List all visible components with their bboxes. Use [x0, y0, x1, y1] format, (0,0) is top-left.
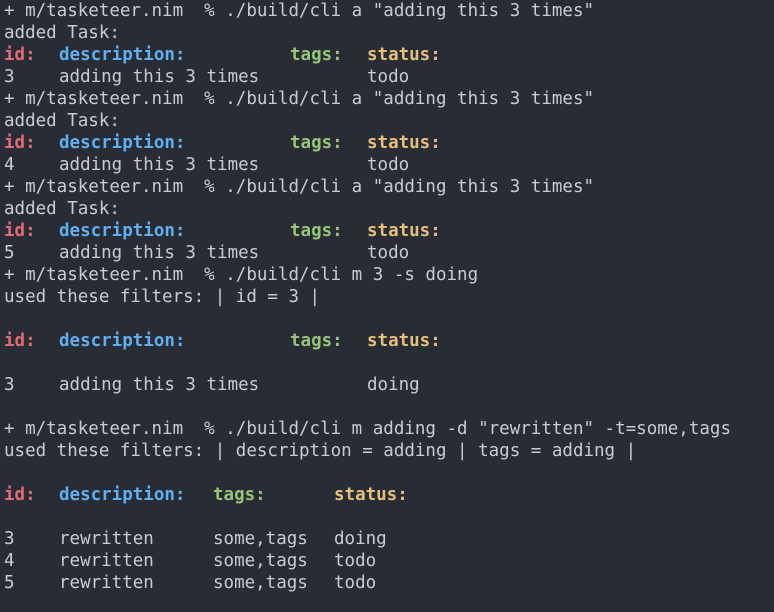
column-header-description: description: — [59, 133, 186, 153]
output-line: used these filters: | id = 3 | — [4, 287, 321, 307]
column-header-description: description: — [59, 485, 186, 505]
cell-description: rewritten — [59, 529, 154, 549]
output-line: added Task: — [4, 23, 120, 43]
cell-id: 5 — [4, 243, 15, 263]
column-header-status: status: — [334, 485, 408, 505]
cell-status: todo — [367, 155, 410, 175]
table-row: 3 adding this 3 times todo — [4, 66, 774, 88]
cell-status: todo — [334, 551, 377, 571]
cell-id: 3 — [4, 529, 15, 549]
table-row: 5 rewritten some,tags todo — [4, 572, 774, 594]
column-header-tags: tags: — [290, 221, 343, 241]
cell-status: todo — [367, 67, 410, 87]
table-row: 5 adding this 3 times todo — [4, 242, 774, 264]
output-line: used these filters: | description = addi… — [4, 441, 637, 461]
column-header-status: status: — [367, 331, 441, 351]
cell-description: adding this 3 times — [59, 155, 260, 175]
column-header-description: description: — [59, 331, 186, 351]
cell-id: 4 — [4, 551, 15, 571]
cell-status: todo — [367, 243, 410, 263]
table-row: 4 adding this 3 times todo — [4, 154, 774, 176]
table-header: id: description: tags: status: — [4, 132, 774, 154]
column-header-id: id: — [4, 485, 36, 505]
cell-tags: some,tags — [213, 551, 308, 571]
column-header-tags: tags: — [290, 331, 343, 351]
column-header-tags: tags: — [213, 485, 266, 505]
cell-status: todo — [334, 573, 377, 593]
cell-description: rewritten — [59, 551, 154, 571]
table-header: id: description: tags: status: — [4, 484, 774, 506]
column-header-tags: tags: — [290, 133, 343, 153]
cell-status: doing — [334, 529, 387, 549]
cell-description: adding this 3 times — [59, 243, 260, 263]
terminal-window[interactable]: + m/tasketeer.nim % ./build/cli a "addin… — [0, 0, 774, 612]
column-header-id: id: — [4, 331, 36, 351]
output-line: added Task: — [4, 111, 120, 131]
prompt-line: + m/tasketeer.nim % ./build/cli a "addin… — [4, 1, 595, 21]
prompt-line: + m/tasketeer.nim % ./build/cli a "addin… — [4, 89, 595, 109]
cell-id: 3 — [4, 375, 15, 395]
table-header: id: description: tags: status: — [4, 44, 774, 66]
prompt-line: + m/tasketeer.nim % ./build/cli m adding… — [4, 419, 731, 439]
column-header-id: id: — [4, 133, 36, 153]
prompt-line: + m/tasketeer.nim % ./build/cli a "addin… — [4, 177, 595, 197]
column-header-id: id: — [4, 45, 36, 65]
output-line: added Task: — [4, 199, 120, 219]
table-row: 3 adding this 3 times doing — [4, 374, 774, 396]
cell-description: adding this 3 times — [59, 67, 260, 87]
prompt-line: + m/tasketeer.nim % ./build/cli m 3 -s d… — [4, 265, 479, 285]
column-header-description: description: — [59, 221, 186, 241]
cell-description: rewritten — [59, 573, 154, 593]
cell-description: adding this 3 times — [59, 375, 260, 395]
table-header: id: description: tags: status: — [4, 220, 774, 242]
table-header: id: description: tags: status: — [4, 330, 774, 352]
column-header-status: status: — [367, 133, 441, 153]
cell-id: 5 — [4, 573, 15, 593]
column-header-description: description: — [59, 45, 186, 65]
cell-status: doing — [367, 375, 420, 395]
table-row: 3 rewritten some,tags doing — [4, 528, 774, 550]
column-header-id: id: — [4, 221, 36, 241]
cell-tags: some,tags — [213, 529, 308, 549]
column-header-status: status: — [367, 221, 441, 241]
table-row: 4 rewritten some,tags todo — [4, 550, 774, 572]
cell-id: 4 — [4, 155, 15, 175]
cell-tags: some,tags — [213, 573, 308, 593]
column-header-tags: tags: — [290, 45, 343, 65]
cell-id: 3 — [4, 67, 15, 87]
column-header-status: status: — [367, 45, 441, 65]
